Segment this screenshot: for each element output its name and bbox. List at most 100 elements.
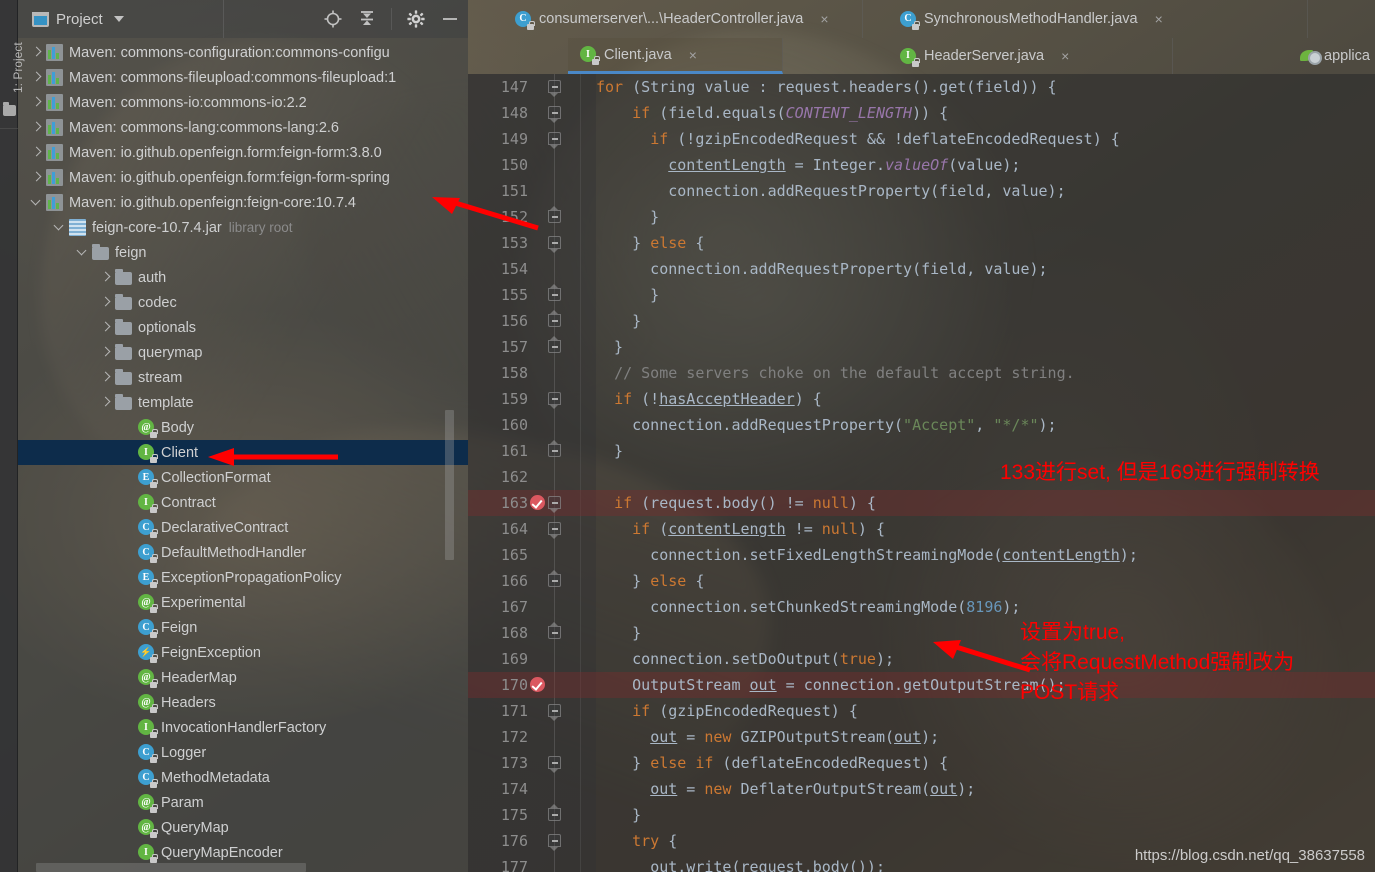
tree-item[interactable]: Maven: io.github.openfeign.form:feign-fo… — [18, 165, 468, 190]
code-line[interactable]: 165 connection.setFixedLengthStreamingMo… — [468, 542, 1375, 568]
editor-tab[interactable]: Cconsumerserver\...\HeaderController.jav… — [503, 0, 863, 38]
chevron-right-icon[interactable] — [30, 121, 43, 134]
code-fold-icon[interactable] — [548, 392, 561, 405]
close-icon[interactable]: × — [689, 47, 697, 63]
tree-item[interactable]: stream — [18, 365, 468, 390]
close-icon[interactable]: × — [1061, 48, 1069, 64]
chevron-right-icon[interactable] — [30, 46, 43, 59]
code-fold-icon[interactable] — [548, 288, 561, 301]
editor-tab[interactable]: applica — [1288, 38, 1375, 74]
collapse-all-icon[interactable] — [357, 9, 377, 29]
chevron-right-icon[interactable] — [99, 271, 112, 284]
chevron-down-icon[interactable] — [113, 16, 124, 22]
tree-item[interactable]: Maven: commons-lang:commons-lang:2.6 — [18, 115, 468, 140]
tree-item[interactable]: E ExceptionPropagationPolicy — [18, 565, 468, 590]
code-fold-icon[interactable] — [548, 80, 561, 93]
code-line[interactable]: 167 connection.setChunkedStreamingMode(8… — [468, 594, 1375, 620]
tree-item[interactable]: Maven: io.github.openfeign.form:feign-fo… — [18, 140, 468, 165]
code-fold-icon[interactable] — [548, 132, 561, 145]
tree-item[interactable]: template — [18, 390, 468, 415]
code-line[interactable]: 172 out = new GZIPOutputStream(out); — [468, 724, 1375, 750]
code-line[interactable]: 156 } — [468, 308, 1375, 334]
code-fold-icon[interactable] — [548, 444, 561, 457]
tree-item[interactable]: I QueryMapEncoder — [18, 840, 468, 865]
tree-item[interactable]: I InvocationHandlerFactory — [18, 715, 468, 740]
tree-item[interactable]: feign — [18, 240, 468, 265]
breakpoint-icon[interactable] — [530, 677, 545, 692]
code-line[interactable]: 163 if (request.body() != null) { — [468, 490, 1375, 516]
tree-item[interactable]: @ Param — [18, 790, 468, 815]
code-line[interactable]: 153 } else { — [468, 230, 1375, 256]
code-fold-icon[interactable] — [548, 834, 561, 847]
code-line[interactable]: 151 connection.addRequestProperty(field,… — [468, 178, 1375, 204]
chevron-right-icon[interactable] — [99, 396, 112, 409]
sidebar-item-project-strip[interactable]: 1: Project — [11, 13, 25, 93]
code-fold-icon[interactable] — [548, 106, 561, 119]
breakpoint-icon[interactable] — [530, 495, 545, 510]
code-line[interactable]: 164 if (contentLength != null) { — [468, 516, 1375, 542]
tree-item[interactable]: C Logger — [18, 740, 468, 765]
code-line[interactable]: 159 if (!hasAcceptHeader) { — [468, 386, 1375, 412]
chevron-right-icon[interactable] — [99, 296, 112, 309]
tree-item[interactable]: @ QueryMap — [18, 815, 468, 840]
tree-item[interactable]: codec — [18, 290, 468, 315]
sidebar-scrollbar[interactable] — [445, 410, 454, 560]
tree-item[interactable]: C MethodMetadata — [18, 765, 468, 790]
project-title-dropdown[interactable]: Project — [18, 11, 124, 28]
chevron-right-icon[interactable] — [99, 321, 112, 334]
code-line[interactable]: 152 } — [468, 204, 1375, 230]
tree-item[interactable]: C Feign — [18, 615, 468, 640]
locate-target-icon[interactable] — [323, 9, 343, 29]
code-fold-icon[interactable] — [548, 522, 561, 535]
chevron-right-icon[interactable] — [30, 96, 43, 109]
code-line[interactable]: 166 } else { — [468, 568, 1375, 594]
tree-item[interactable]: optionals — [18, 315, 468, 340]
code-fold-icon[interactable] — [548, 756, 561, 769]
gear-icon[interactable] — [406, 9, 426, 29]
chevron-right-icon[interactable] — [99, 371, 112, 384]
code-fold-icon[interactable] — [548, 236, 561, 249]
tree-item[interactable]: Maven: commons-configuration:commons-con… — [18, 40, 468, 65]
chevron-right-icon[interactable] — [30, 71, 43, 84]
chevron-right-icon[interactable] — [30, 146, 43, 159]
code-line[interactable]: 147 for (String value : request.headers()… — [468, 74, 1375, 100]
code-fold-icon[interactable] — [548, 808, 561, 821]
code-fold-icon[interactable] — [548, 496, 561, 509]
folder-icon[interactable] — [3, 102, 16, 116]
code-line[interactable]: 173 } else if (deflateEncodedRequest) { — [468, 750, 1375, 776]
chevron-right-icon[interactable] — [99, 346, 112, 359]
tree-item[interactable]: C DeclarativeContract — [18, 515, 468, 540]
tree-item[interactable]: Maven: commons-fileupload:commons-fileup… — [18, 65, 468, 90]
code-line[interactable]: 149 if (!gzipEncodedRequest && !deflateE… — [468, 126, 1375, 152]
code-line[interactable]: 158 // Some servers choke on the default… — [468, 360, 1375, 386]
code-line[interactable]: 155 } — [468, 282, 1375, 308]
code-line[interactable]: 150 contentLength = Integer.valueOf(valu… — [468, 152, 1375, 178]
chevron-right-icon[interactable] — [30, 171, 43, 184]
close-icon[interactable]: × — [820, 11, 828, 27]
code-line[interactable]: 174 out = new DeflaterOutputStream(out); — [468, 776, 1375, 802]
code-fold-icon[interactable] — [548, 340, 561, 353]
code-line[interactable]: 160 connection.addRequestProperty("Accep… — [468, 412, 1375, 438]
minimize-icon[interactable] — [440, 9, 460, 29]
sidebar-horizontal-scrollbar[interactable] — [36, 863, 306, 872]
editor-tab[interactable]: I HeaderServer.java × — [888, 38, 1173, 74]
editor-tab[interactable]: I Client.java × — [568, 38, 783, 74]
tree-item[interactable]: auth — [18, 265, 468, 290]
tree-item[interactable]: Maven: io.github.openfeign:feign-core:10… — [18, 190, 468, 215]
editor-tab[interactable]: C SynchronousMethodHandler.java × — [888, 0, 1308, 38]
tree-item[interactable]: feign-core-10.7.4.jar library root — [18, 215, 468, 240]
close-icon[interactable]: × — [1155, 11, 1163, 27]
tree-item[interactable]: I Contract — [18, 490, 468, 515]
tree-item[interactable]: Maven: commons-io:commons-io:2.2 — [18, 90, 468, 115]
code-fold-icon[interactable] — [548, 574, 561, 587]
code-line[interactable]: 154 connection.addRequestProperty(field,… — [468, 256, 1375, 282]
code-line[interactable]: 157 } — [468, 334, 1375, 360]
code-line[interactable]: 148 if (field.equals(CONTENT_LENGTH)) { — [468, 100, 1375, 126]
code-fold-icon[interactable] — [548, 626, 561, 639]
tree-item[interactable]: ⚡ FeignException — [18, 640, 468, 665]
tree-item[interactable]: @ Headers — [18, 690, 468, 715]
code-fold-icon[interactable] — [548, 314, 561, 327]
chevron-down-icon[interactable] — [76, 246, 89, 259]
chevron-down-icon[interactable] — [30, 196, 43, 209]
tree-item[interactable]: @ Experimental — [18, 590, 468, 615]
